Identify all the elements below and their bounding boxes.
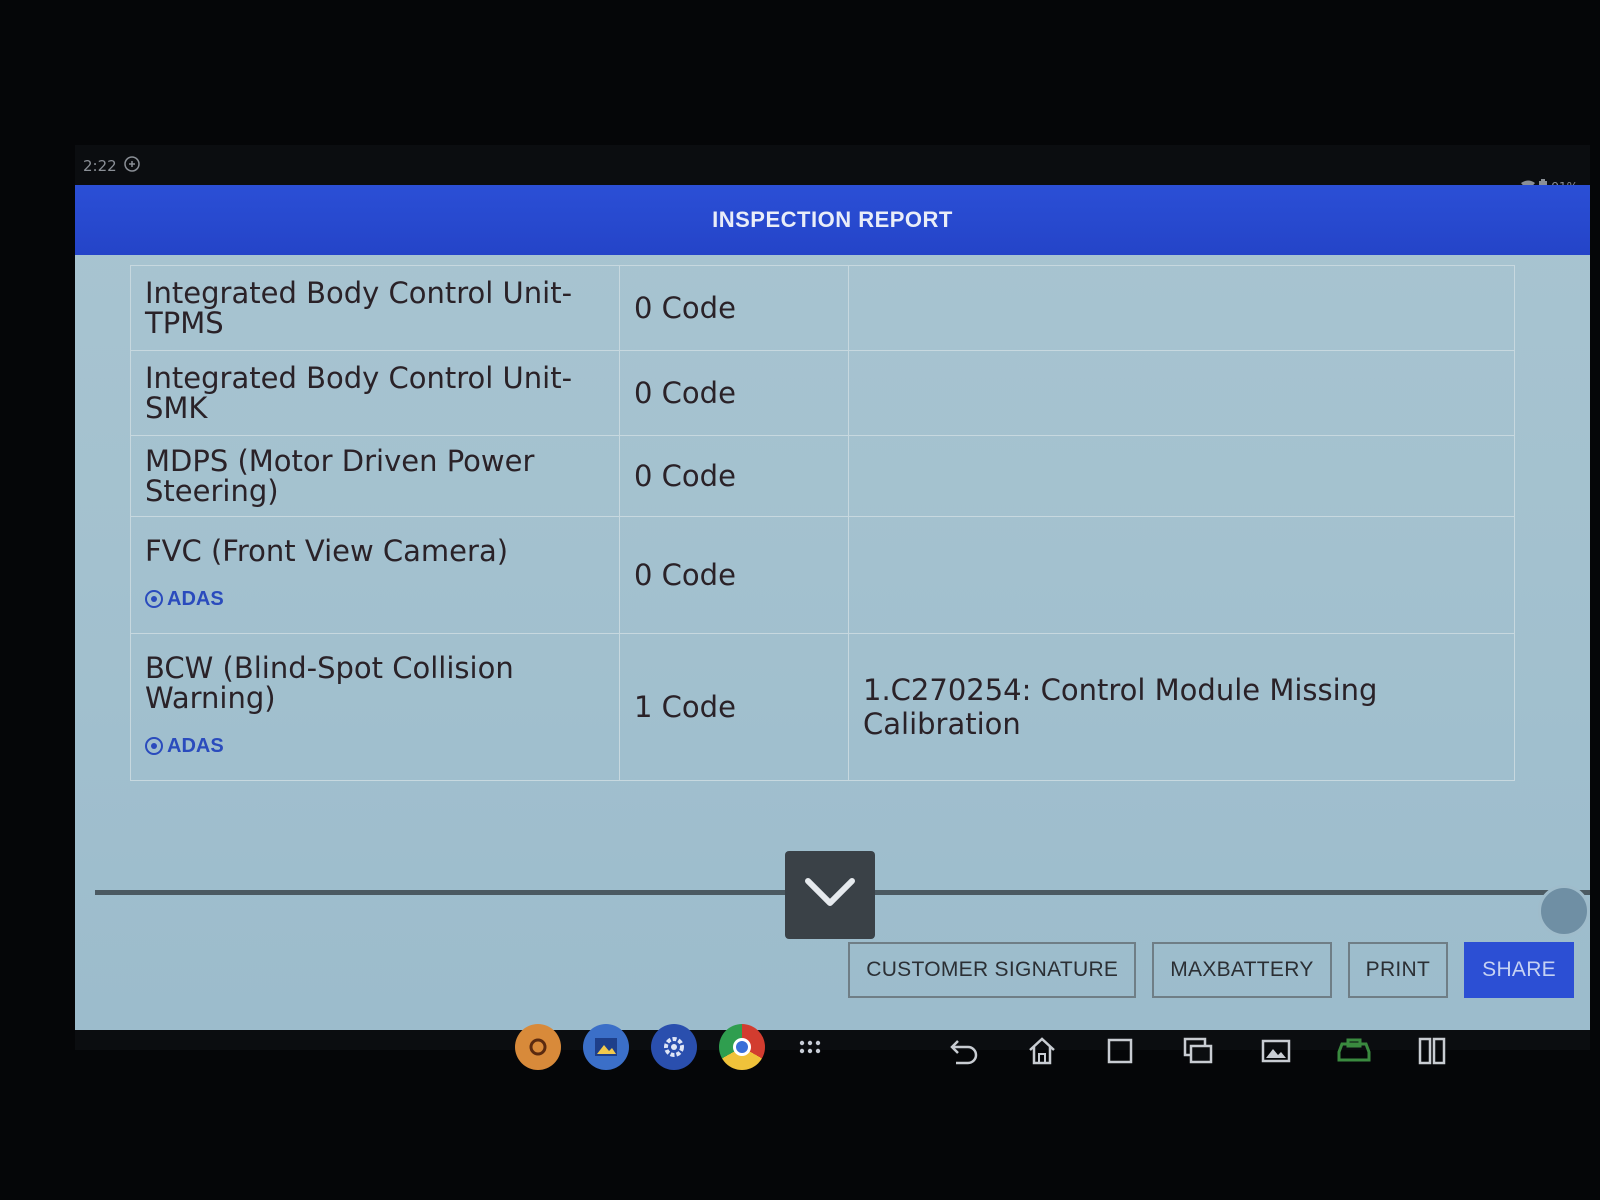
chevron-down-icon: [802, 875, 858, 915]
print-button[interactable]: PRINT: [1347, 942, 1449, 998]
status-time: 2:22: [83, 157, 117, 175]
status-bar: 2:22 91%: [75, 145, 1590, 194]
module-name: Integrated Body Control Unit-TPMS: [130, 265, 620, 351]
customer-signature-button[interactable]: CUSTOMER SIGNATURE: [848, 942, 1137, 998]
share-button[interactable]: SHARE: [1464, 942, 1574, 998]
chrome-icon[interactable]: [719, 1024, 765, 1070]
table-row[interactable]: Integrated Body Control Unit-TPMS 0 Code: [130, 265, 1515, 351]
code-count: 0 Code: [619, 350, 849, 436]
code-description: [848, 350, 1515, 436]
module-cell: BCW (Blind-Spot Collision Warning) ADAS: [130, 633, 620, 781]
table-row[interactable]: MDPS (Motor Driven Power Steering) 0 Cod…: [130, 435, 1515, 517]
maxbattery-button[interactable]: MAXBATTERY: [1152, 942, 1332, 998]
action-bar: CUSTOMER SIGNATURE MAXBATTERY PRINT SHAR…: [848, 942, 1574, 998]
table-row[interactable]: FVC (Front View Camera) ADAS 0 Code: [130, 516, 1515, 634]
system-nav: [945, 1032, 1451, 1070]
gallery-app-icon[interactable]: [583, 1024, 629, 1070]
adas-label: ADAS: [167, 588, 224, 610]
vci-icon[interactable]: [1335, 1032, 1373, 1070]
table-row[interactable]: Integrated Body Control Unit-SMK 0 Code: [130, 350, 1515, 436]
title-bar: INSPECTION REPORT: [75, 185, 1590, 255]
code-count: 0 Code: [619, 435, 849, 517]
back-icon[interactable]: [945, 1032, 983, 1070]
home-icon[interactable]: [1023, 1032, 1061, 1070]
settings-icon[interactable]: [651, 1024, 697, 1070]
code-description: [848, 265, 1515, 351]
code-description: [848, 435, 1515, 517]
target-icon: [145, 737, 163, 755]
adas-badge: ADAS: [145, 731, 605, 761]
code-count: 1 Code: [619, 633, 849, 781]
inspection-report-app: INSPECTION REPORT Integrated Body Contro…: [75, 185, 1590, 1030]
page-title: INSPECTION REPORT: [712, 207, 953, 232]
adas-badge: ADAS: [145, 584, 605, 614]
code-description: [848, 516, 1515, 634]
split-screen-icon[interactable]: [1413, 1032, 1451, 1070]
recent-apps-icon[interactable]: [1179, 1032, 1217, 1070]
sync-status-icon: [123, 155, 141, 177]
app-drawer-icon[interactable]: [787, 1024, 833, 1070]
module-cell: FVC (Front View Camera) ADAS: [130, 516, 620, 634]
module-name: Integrated Body Control Unit-SMK: [130, 350, 620, 436]
app-dock: [515, 1024, 833, 1070]
adas-label: ADAS: [167, 735, 224, 757]
module-name: FVC (Front View Camera): [145, 534, 509, 568]
code-description: 1.C270254: Control Module Missing Calibr…: [848, 633, 1515, 781]
code-count: 0 Code: [619, 516, 849, 634]
tablet-screen: 2:22 91% INSPECTION REPORT Integrated Bo…: [75, 145, 1590, 1070]
navigation-bar: [75, 1024, 1590, 1090]
module-name: BCW (Blind-Spot Collision Warning): [145, 651, 514, 715]
screenshot-icon[interactable]: [1257, 1032, 1295, 1070]
camera-app-icon[interactable]: [515, 1024, 561, 1070]
target-icon: [145, 590, 163, 608]
code-count: 0 Code: [619, 265, 849, 351]
table-row[interactable]: BCW (Blind-Spot Collision Warning) ADAS …: [130, 633, 1515, 781]
module-name: MDPS (Motor Driven Power Steering): [130, 435, 620, 517]
scroll-down-button[interactable]: [785, 851, 875, 939]
inspection-table: Integrated Body Control Unit-TPMS 0 Code…: [130, 265, 1515, 781]
stop-icon[interactable]: [1101, 1032, 1139, 1070]
assistant-bubble-icon[interactable]: [1538, 885, 1590, 937]
